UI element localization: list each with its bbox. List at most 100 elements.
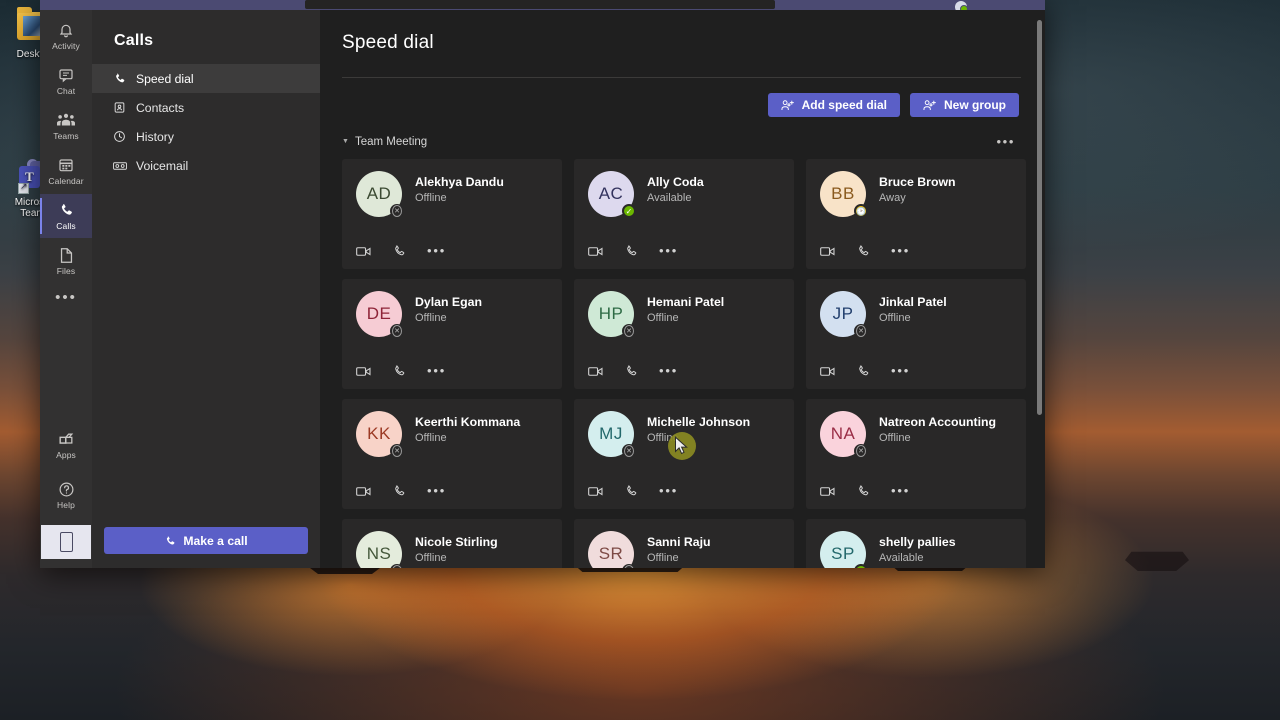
app-rail: Activity Chat Teams Calendar Calls Files… [40, 10, 92, 568]
group-name-label: Team Meeting [354, 135, 428, 148]
main-content: Speed dial Add speed dial New group ▼ Te… [320, 10, 1045, 568]
rail-label: Files [56, 266, 76, 276]
scrollbar-thumb[interactable] [1037, 20, 1042, 415]
main-header: Speed dial Add speed dial New group ▼ Te… [320, 10, 1045, 149]
phone-icon[interactable] [624, 484, 638, 498]
group-header[interactable]: ▼ Team Meeting ••• [342, 134, 1021, 149]
speed-dial-card[interactable]: SR✕Sanni RajuOffline••• [574, 519, 794, 568]
card-more-button[interactable]: ••• [659, 484, 678, 497]
contact-status: Offline [647, 312, 679, 324]
speed-dial-card[interactable]: NS✕Nicole StirlingOffline••• [342, 519, 562, 568]
contact-name: Alekhya Dandu [415, 175, 504, 189]
card-actions: ••• [820, 484, 910, 498]
rail-label: Calendar [48, 176, 84, 186]
contact-name: Bruce Brown [879, 175, 956, 189]
video-camera-icon[interactable] [356, 366, 371, 377]
rail-item-chat[interactable]: Chat [40, 59, 92, 103]
make-a-call-label: Make a call [183, 533, 248, 548]
speed-dial-card[interactable]: HP ✕ Hemani Patel Offline ••• [574, 279, 794, 389]
card-more-button[interactable]: ••• [427, 244, 446, 257]
speed-dial-card[interactable]: KK ✕ Keerthi Kommana Offline ••• [342, 399, 562, 509]
rail-item-help[interactable]: Help [40, 473, 92, 517]
sidebar-item-history[interactable]: History [92, 122, 320, 151]
video-camera-icon[interactable] [588, 486, 603, 497]
card-more-button[interactable]: ••• [659, 364, 678, 377]
speed-dial-card[interactable]: AD ✕ Alekhya Dandu Offline ••• [342, 159, 562, 269]
teams-window: Activity Chat Teams Calendar Calls Files… [40, 0, 1045, 568]
rail-more-button[interactable]: ••• [40, 284, 92, 310]
contact-name: Dylan Egan [415, 295, 482, 309]
phone-icon[interactable] [392, 364, 406, 378]
video-camera-icon[interactable] [820, 246, 835, 257]
rail-item-calendar[interactable]: Calendar [40, 149, 92, 193]
speed-dial-card[interactable]: DE ✕ Dylan Egan Offline ••• [342, 279, 562, 389]
contact-name: Keerthi Kommana [415, 415, 521, 429]
card-more-button[interactable]: ••• [427, 484, 446, 497]
people-icon [57, 111, 75, 129]
mobile-phone-icon[interactable] [41, 525, 91, 559]
presence-badge-offline: ✕ [854, 444, 868, 458]
card-more-button[interactable]: ••• [891, 484, 910, 497]
contact-name: shelly pallies [879, 535, 956, 549]
sidebar-item-speed-dial[interactable]: Speed dial [92, 64, 320, 93]
bell-icon [58, 21, 74, 39]
phone-icon [164, 535, 176, 547]
card-more-button[interactable]: ••• [891, 244, 910, 257]
phone-icon[interactable] [624, 364, 638, 378]
window-titlebar [40, 0, 1045, 13]
card-more-button[interactable]: ••• [427, 364, 446, 377]
sidebar-item-label: Contacts [136, 100, 185, 115]
phone-icon [58, 201, 74, 219]
avatar: NA ✕ [820, 411, 868, 458]
phone-icon[interactable] [624, 244, 638, 258]
rail-item-files[interactable]: Files [40, 239, 92, 283]
chevron-down-icon[interactable]: ▼ [342, 138, 349, 145]
rail-item-apps[interactable]: Apps [40, 423, 92, 467]
rail-item-teams[interactable]: Teams [40, 104, 92, 148]
card-actions: ••• [588, 364, 678, 378]
avatar: NS✕ [356, 531, 404, 568]
phone-icon[interactable] [392, 244, 406, 258]
speed-dial-card[interactable]: JP ✕ Jinkal Patel Offline ••• [806, 279, 1026, 389]
new-group-button[interactable]: New group [910, 93, 1019, 117]
button-label: Add speed dial [801, 98, 887, 112]
make-a-call-button[interactable]: Make a call [104, 527, 308, 554]
rail-item-activity[interactable]: Activity [40, 14, 92, 58]
phone-icon[interactable] [856, 244, 870, 258]
search-input[interactable] [305, 0, 775, 9]
speed-dial-card[interactable]: AC ✓ Ally Coda Available ••• [574, 159, 794, 269]
phone-icon[interactable] [856, 364, 870, 378]
left-panel-footer: Make a call [92, 527, 320, 568]
video-camera-icon[interactable] [820, 366, 835, 377]
presence-badge-offline: ✕ [622, 324, 636, 338]
presence-badge-available: ✓ [854, 564, 868, 568]
file-icon [59, 246, 74, 264]
presence-badge-offline: ✕ [390, 204, 404, 218]
phone-icon[interactable] [392, 484, 406, 498]
video-camera-icon[interactable] [356, 486, 371, 497]
video-camera-icon[interactable] [588, 366, 603, 377]
avatar: HP ✕ [588, 291, 636, 338]
group-more-button[interactable]: ••• [997, 134, 1015, 149]
presence-badge-offline: ✕ [622, 564, 636, 568]
speed-dial-card[interactable]: BB 🕑 Bruce Brown Away ••• [806, 159, 1026, 269]
rail-label: Help [57, 500, 75, 510]
avatar-initials: NS [356, 531, 402, 568]
rail-label: Apps [56, 450, 76, 460]
sidebar-item-voicemail[interactable]: Voicemail [92, 151, 320, 180]
add-speed-dial-button[interactable]: Add speed dial [767, 93, 900, 117]
sidebar-item-contacts[interactable]: Contacts [92, 93, 320, 122]
card-actions: ••• [356, 364, 446, 378]
video-camera-icon[interactable] [588, 246, 603, 257]
presence-badge-offline: ✕ [854, 324, 868, 338]
video-camera-icon[interactable] [820, 486, 835, 497]
presence-badge-away: 🕑 [854, 204, 868, 218]
card-more-button[interactable]: ••• [891, 364, 910, 377]
rail-item-calls[interactable]: Calls [40, 194, 92, 238]
speed-dial-card[interactable]: SP✓shelly palliesAvailable••• [806, 519, 1026, 568]
phone-icon[interactable] [856, 484, 870, 498]
main-scrollbar[interactable] [1037, 20, 1042, 568]
card-more-button[interactable]: ••• [659, 244, 678, 257]
video-camera-icon[interactable] [356, 246, 371, 257]
speed-dial-card[interactable]: NA ✕ Natreon Accounting Offline ••• [806, 399, 1026, 509]
